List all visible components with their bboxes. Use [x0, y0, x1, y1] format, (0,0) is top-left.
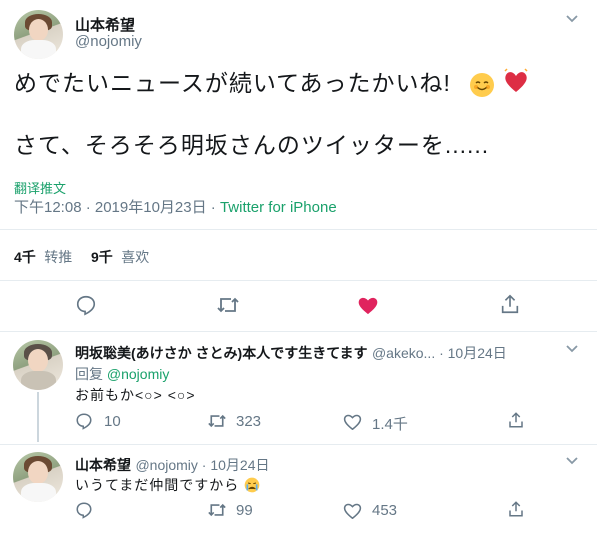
replying-to: 回复 @nojomiy	[75, 364, 169, 384]
sparkling-heart-emoji-icon	[502, 68, 530, 101]
avatar[interactable]	[14, 10, 63, 59]
share-icon[interactable]	[507, 411, 525, 434]
tweet-line-2: さて、そろそろ明坂さんのツイッターを......	[14, 132, 490, 158]
likes-count: 9千	[91, 249, 113, 265]
reply-text-content: いうてまだ仲間ですから	[75, 477, 240, 493]
retweets-label: 转推	[44, 249, 73, 265]
chevron-down-icon[interactable]	[565, 342, 579, 361]
translate-tweet-link[interactable]: 翻译推文	[14, 178, 66, 197]
chevron-down-icon[interactable]	[565, 12, 579, 31]
retweet-icon[interactable]	[216, 294, 240, 321]
likes-stat[interactable]: 9千 喜欢	[91, 247, 149, 267]
divider	[0, 229, 597, 230]
share-icon[interactable]	[507, 500, 525, 523]
handle[interactable]: @nojomiy	[75, 33, 142, 50]
crying-face-emoji-icon	[244, 477, 260, 496]
like-count: 1.4千	[372, 416, 408, 433]
divider	[0, 331, 597, 332]
replying-to-handle[interactable]: @nojomiy	[107, 366, 169, 382]
divider	[0, 444, 597, 445]
share-icon[interactable]	[499, 293, 521, 320]
display-name[interactable]: 明坂聡美(あけさか さとみ)本人です生きてます	[75, 345, 368, 361]
retweets-stat[interactable]: 4千 转推	[14, 247, 72, 267]
reply-icon[interactable]	[75, 412, 93, 435]
retweet-count: 99	[236, 502, 253, 519]
smiling-face-emoji-icon	[470, 72, 495, 97]
divider	[0, 280, 597, 281]
reply-icon[interactable]	[75, 294, 97, 321]
reply-text: お前もか<○> <○>	[75, 387, 196, 403]
retweet-icon[interactable]	[207, 412, 227, 435]
tweet-text: めでたいニュースが続いてあったかいね!	[14, 68, 530, 101]
source-link[interactable]: Twitter for iPhone	[220, 199, 337, 216]
retweets-count: 4千	[14, 249, 36, 265]
replying-to-prefix: 回复	[75, 366, 107, 382]
handle-date[interactable]: @nojomiy · 10月24日	[135, 457, 269, 473]
reply-text: いうてまだ仲間ですから	[75, 475, 260, 496]
tweet-line-1: めでたいニュースが続いてあったかいね!	[14, 70, 451, 96]
thread-line	[37, 392, 39, 442]
reply-count: 10	[104, 413, 121, 430]
reply-header: 明坂聡美(あけさか さとみ)本人です生きてます @akeko... · 10月2…	[75, 343, 507, 363]
handle-date[interactable]: @akeko... · 10月24日	[372, 345, 507, 361]
timestamp[interactable]: 下午12:08 · 2019年10月23日 ·	[14, 199, 220, 216]
retweet-icon[interactable]	[207, 501, 227, 524]
like-icon[interactable]	[343, 413, 362, 435]
avatar[interactable]	[13, 452, 63, 502]
like-icon[interactable]	[343, 502, 362, 524]
like-count: 453	[372, 502, 398, 519]
avatar[interactable]	[13, 340, 63, 390]
reply-header: 山本希望 @nojomiy · 10月24日	[75, 455, 270, 475]
display-name[interactable]: 山本希望	[75, 14, 135, 35]
retweet-count: 323	[236, 413, 262, 430]
tweet-meta: 下午12:08 · 2019年10月23日 · Twitter for iPho…	[14, 196, 337, 217]
display-name[interactable]: 山本希望	[75, 457, 131, 473]
likes-label: 喜欢	[121, 249, 150, 265]
like-icon[interactable]	[357, 295, 379, 320]
reply-icon[interactable]	[75, 501, 93, 524]
chevron-down-icon[interactable]	[565, 454, 579, 473]
